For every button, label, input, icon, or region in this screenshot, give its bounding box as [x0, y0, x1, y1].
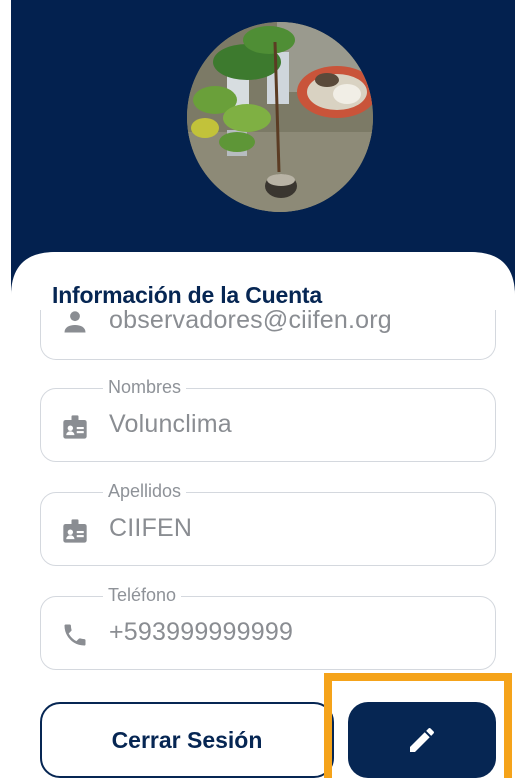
- profile-avatar: [187, 22, 373, 212]
- badge-icon: [63, 519, 87, 543]
- first-name-field[interactable]: Nombres Volunclima: [40, 377, 496, 462]
- phone-label: Teléfono: [103, 585, 182, 606]
- badge-icon: [63, 415, 87, 439]
- account-section-title: Información de la Cuenta: [52, 282, 322, 308]
- phone-value: +593999999999: [109, 618, 294, 646]
- logout-button[interactable]: Cerrar Sesión: [40, 702, 334, 778]
- first-name-value: Volunclima: [109, 410, 232, 438]
- last-name-field[interactable]: Apellidos CIIFEN: [40, 481, 496, 566]
- last-name-label: Apellidos: [103, 481, 187, 502]
- edit-profile-button[interactable]: [348, 702, 496, 778]
- person-icon: [64, 311, 86, 333]
- phone-icon: [64, 624, 86, 646]
- last-name-value: CIIFEN: [109, 514, 193, 542]
- email-value: observadores@ciifen.org: [109, 306, 392, 334]
- phone-field[interactable]: Teléfono +593999999999: [40, 585, 496, 670]
- first-name-label: Nombres: [103, 377, 187, 398]
- pencil-icon: [410, 728, 434, 752]
